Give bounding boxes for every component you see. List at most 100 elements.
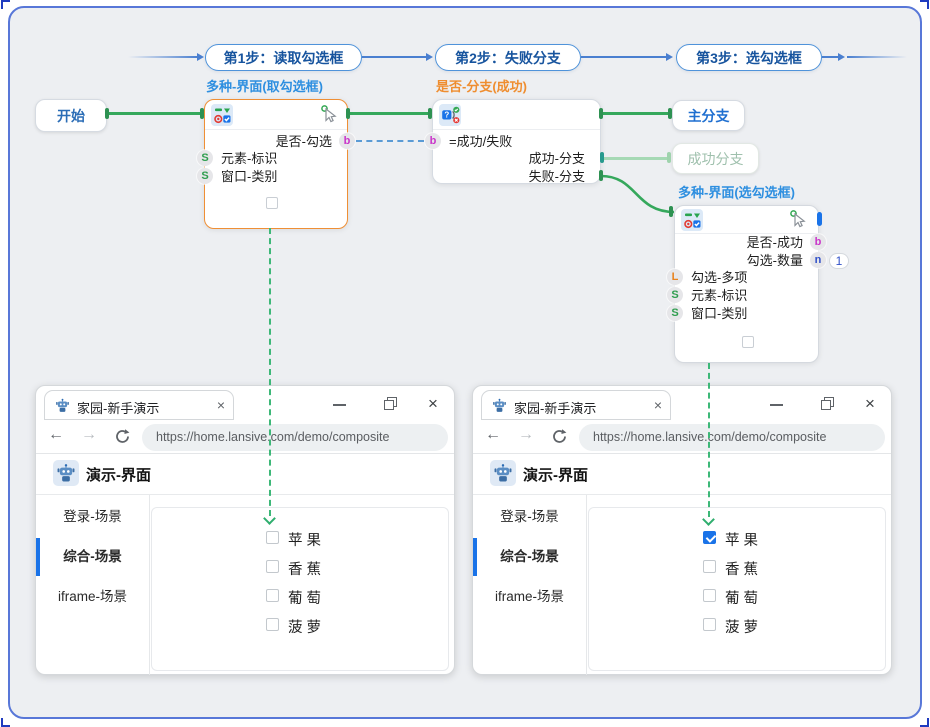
- corner-mark: [1, 0, 10, 9]
- node-branch-title: 是否-分支(成功): [436, 76, 527, 95]
- port-number[interactable]: n: [810, 252, 826, 268]
- svg-text:?: ?: [444, 111, 449, 120]
- port-list[interactable]: L: [667, 269, 683, 285]
- browser-tab[interactable]: 家园-新手演示 ×: [481, 390, 671, 420]
- restore-button[interactable]: [821, 397, 834, 410]
- port-string[interactable]: S: [197, 168, 213, 184]
- condition-label: =成功/失败: [449, 134, 512, 149]
- port-string[interactable]: S: [667, 287, 683, 303]
- checkbox-label: 葡萄: [725, 587, 762, 608]
- sidebar-item-composite[interactable]: 综合-场景: [36, 544, 149, 570]
- line-cap: [599, 170, 603, 181]
- node-output-row: 勾选-数量: [675, 252, 818, 270]
- target-pointer-line: [269, 228, 271, 516]
- node-if-branch[interactable]: ? =成功/失败 b 成功-分支 失败-分支: [432, 99, 601, 184]
- node-header: ?: [433, 100, 600, 130]
- input-label: 窗口-类别: [691, 306, 747, 321]
- divider: [36, 453, 454, 454]
- automation-canvas: 第1步：读取勾选框 第2步：失败分支 第3步：选勾选框 开始 多种-界面(取勾选…: [0, 0, 930, 727]
- node-preview-checkbox: [266, 197, 278, 209]
- flow-line: [601, 112, 674, 115]
- multi-ui-icon: [681, 209, 703, 236]
- checkbox-label: 葡萄: [288, 587, 325, 608]
- node-header: [675, 206, 818, 234]
- sidebar-item-login[interactable]: 登录-场景: [36, 504, 149, 530]
- window-close-icon[interactable]: ×: [428, 395, 438, 412]
- tab-title: 家园-新手演示: [77, 398, 159, 417]
- success-branch-node[interactable]: 成功分支: [672, 143, 759, 174]
- tab-close-icon[interactable]: ×: [654, 397, 662, 413]
- browser-window-before: 家园-新手演示 × × ← → https://home.lansive.com…: [35, 385, 455, 675]
- browser-tab[interactable]: 家园-新手演示 ×: [44, 390, 234, 420]
- port-bool[interactable]: b: [810, 234, 826, 250]
- tab-close-icon[interactable]: ×: [217, 397, 225, 413]
- node-input-row: 元素-标识: [675, 287, 818, 305]
- output-label: 是否-勾选: [276, 134, 332, 149]
- main-branch-node[interactable]: 主分支: [672, 100, 745, 131]
- branch-label: 失败-分支: [529, 169, 585, 184]
- step-1-label: 第1步：读取勾选框: [224, 48, 344, 68]
- line-cap: [668, 108, 672, 119]
- node-read-checkbox[interactable]: 是否-勾选 b 元素-标识 S 窗口-类别 S: [204, 99, 348, 229]
- divider: [149, 495, 150, 675]
- step-pill-2[interactable]: 第2步：失败分支: [435, 44, 581, 71]
- checkbox-apple[interactable]: [266, 531, 279, 544]
- checkbox-pineapple[interactable]: [703, 618, 716, 631]
- checkbox-label: 苹果: [288, 529, 325, 550]
- step-connector-line: [128, 56, 198, 58]
- minimize-button[interactable]: [770, 404, 783, 406]
- node-input-row: 元素-标识: [205, 150, 347, 168]
- browser-window-after: 家园-新手演示 × × ← → https://home.lansive.com…: [472, 385, 892, 675]
- checkbox-pineapple[interactable]: [266, 618, 279, 631]
- if-branch-icon: ?: [439, 104, 461, 131]
- port-string[interactable]: S: [197, 150, 213, 166]
- back-icon[interactable]: ←: [48, 426, 64, 444]
- checkbox-apple-checked[interactable]: [703, 531, 716, 544]
- divider: [473, 494, 891, 495]
- reload-icon[interactable]: [114, 428, 131, 450]
- line-cap: [669, 206, 673, 217]
- arrow-right-icon: [666, 53, 673, 61]
- sidebar-item-iframe[interactable]: iframe-场景: [36, 584, 149, 610]
- start-node[interactable]: 开始: [35, 99, 107, 132]
- checkbox-grape[interactable]: [266, 589, 279, 602]
- port-bool[interactable]: b: [425, 133, 441, 149]
- node-header: [205, 100, 347, 130]
- checkbox-banana[interactable]: [703, 560, 716, 573]
- line-cap: [105, 108, 109, 119]
- success-branch-line: [603, 157, 671, 160]
- multi-ui-icon: [211, 104, 233, 131]
- checkbox-banana[interactable]: [266, 560, 279, 573]
- window-close-icon[interactable]: ×: [865, 395, 875, 412]
- next-step-stub[interactable]: [817, 212, 822, 226]
- main-branch-label: 主分支: [688, 106, 730, 126]
- restore-button[interactable]: [384, 397, 397, 410]
- back-icon[interactable]: ←: [485, 426, 501, 444]
- sidebar-item-composite[interactable]: 综合-场景: [473, 544, 586, 570]
- checkbox-label: 菠萝: [725, 616, 762, 637]
- port-string[interactable]: S: [667, 305, 683, 321]
- sidebar-item-iframe[interactable]: iframe-场景: [473, 584, 586, 610]
- port-bool[interactable]: b: [339, 133, 355, 149]
- node-input-row: 勾选-多项: [675, 269, 818, 287]
- reload-icon[interactable]: [551, 428, 568, 450]
- sidebar-item-login[interactable]: 登录-场景: [473, 504, 586, 530]
- cursor-click-icon: [320, 105, 337, 128]
- url-bar[interactable]: https://home.lansive.com/demo/composite: [579, 424, 885, 451]
- line-cap: [667, 152, 671, 163]
- node-output-row: 是否-成功: [675, 234, 818, 252]
- page-robot-icon: [53, 460, 79, 486]
- branch-label: 成功-分支: [529, 151, 585, 166]
- url-bar[interactable]: https://home.lansive.com/demo/composite: [142, 424, 448, 451]
- step-3-label: 第3步：选勾选框: [696, 48, 802, 68]
- minimize-button[interactable]: [333, 404, 346, 406]
- node-select-checkbox[interactable]: 是否-成功 b 勾选-数量 n 1 勾选-多项 L 元素-标识 S 窗口-类别 …: [674, 205, 819, 363]
- forward-icon[interactable]: →: [518, 426, 534, 444]
- forward-icon[interactable]: →: [81, 426, 97, 444]
- step-connector-line: [362, 56, 426, 58]
- checkbox-grape[interactable]: [703, 589, 716, 602]
- node-input-row: 窗口-类别: [675, 305, 818, 323]
- step-pill-1[interactable]: 第1步：读取勾选框: [205, 44, 362, 71]
- step-pill-3[interactable]: 第3步：选勾选框: [676, 44, 822, 71]
- step-connector-line: [581, 56, 666, 58]
